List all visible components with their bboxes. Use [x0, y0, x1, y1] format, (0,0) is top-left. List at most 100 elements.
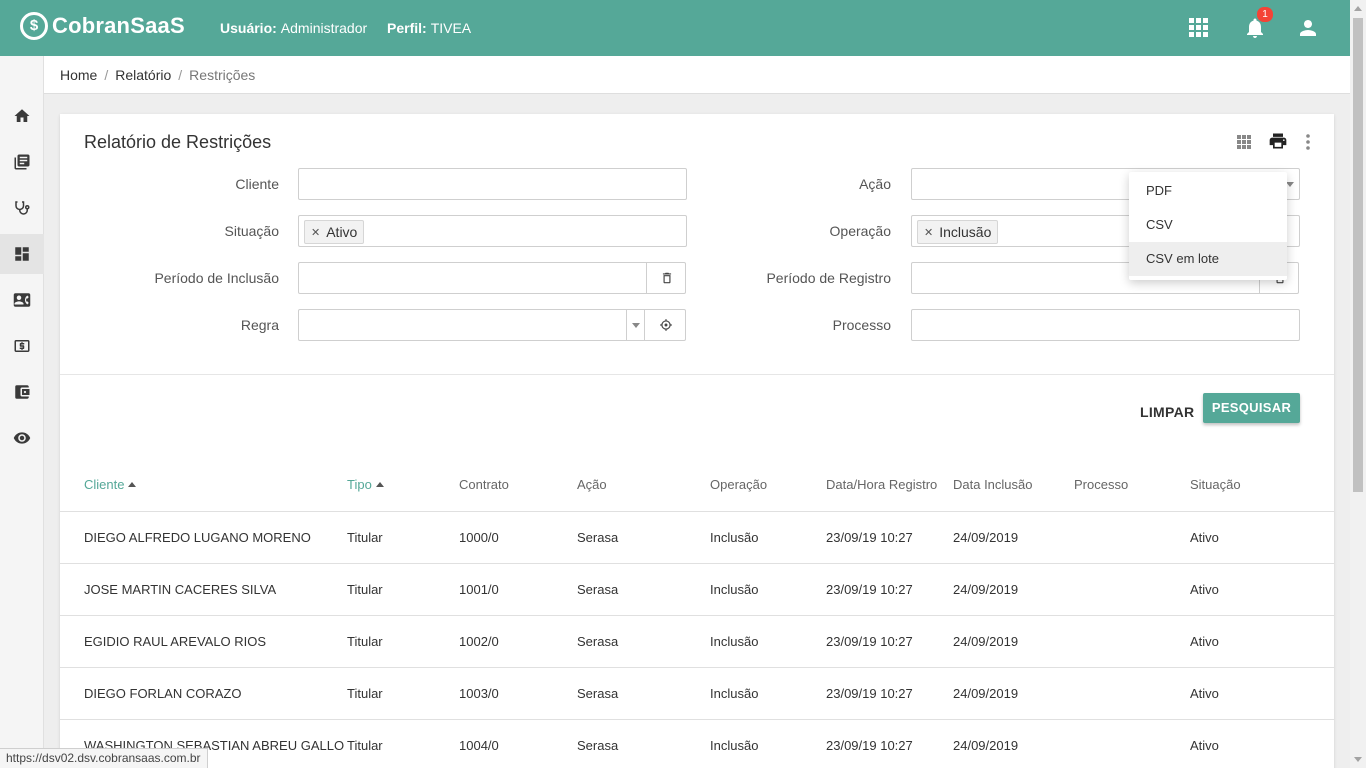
table-row[interactable]: WASHINGTON SEBASTIAN ABREU GALLO Titular…: [60, 719, 1334, 768]
processo-input[interactable]: [911, 309, 1300, 341]
clear-button[interactable]: LIMPAR: [1130, 397, 1204, 427]
menu-item-pdf[interactable]: PDF: [1129, 174, 1287, 208]
columns-grid-icon[interactable]: [1237, 135, 1251, 149]
nav-wallet[interactable]: [0, 372, 44, 412]
cell-tipo: Titular: [347, 530, 383, 545]
regra-search-button[interactable]: [644, 310, 686, 340]
operacao-chip-label: Inclusão: [939, 224, 992, 240]
contact-card-icon: [13, 293, 31, 307]
cell-tipo: Titular: [347, 686, 383, 701]
chip-remove-icon[interactable]: ✕: [311, 226, 320, 239]
table-row[interactable]: DIEGO FORLAN CORAZO Titular 1003/0 Seras…: [60, 667, 1334, 719]
chevron-down-icon: [631, 322, 640, 328]
brand-name: CobranSaaS: [52, 13, 185, 38]
nav-records[interactable]: [0, 142, 44, 182]
cell-data-hora-registro: 23/09/19 10:27: [826, 686, 913, 701]
menu-item-csv-em-lote[interactable]: CSV em lote: [1129, 242, 1287, 276]
cell-situacao: Ativo: [1190, 634, 1219, 649]
regra-select[interactable]: [298, 309, 686, 341]
cell-data-hora-registro: 23/09/19 10:27: [826, 582, 913, 597]
cell-data-hora-registro: 23/09/19 10:27: [826, 530, 913, 545]
scrollbar-thumb[interactable]: [1353, 18, 1363, 492]
periodo-inclusao-label: Período de Inclusão: [154, 270, 279, 286]
cell-cliente: DIEGO ALFREDO LUGANO MORENO: [84, 530, 311, 545]
nav-reports[interactable]: [0, 234, 44, 274]
column-header-label: Cliente: [84, 477, 125, 492]
periodo-inclusao-input[interactable]: [298, 262, 686, 294]
situacao-multiselect[interactable]: ✕ Ativo: [298, 215, 687, 247]
cell-data-inclusao: 24/09/2019: [953, 686, 1019, 701]
breadcrumb-separator: /: [178, 67, 183, 83]
column-header-acao[interactable]: Ação: [577, 477, 607, 492]
cell-tipo: Titular: [347, 582, 383, 597]
chip-remove-icon[interactable]: ✕: [924, 226, 933, 239]
nav-contacts[interactable]: [0, 280, 44, 320]
home-icon: [14, 109, 30, 122]
situacao-chip: ✕ Ativo: [304, 220, 365, 244]
cell-acao: Serasa: [577, 634, 619, 649]
breadcrumb-separator: /: [104, 67, 109, 83]
cell-acao: Serasa: [577, 686, 619, 701]
cell-contrato: 1001/0: [459, 582, 499, 597]
nav-health[interactable]: [0, 188, 44, 228]
nav-home[interactable]: [0, 96, 44, 136]
scroll-down-arrow-icon[interactable]: [1354, 757, 1362, 762]
clear-date-button[interactable]: [646, 263, 686, 293]
dashboard-icon: [15, 247, 29, 261]
account-icon[interactable]: [1296, 16, 1320, 40]
brand[interactable]: CobranSaaS: [20, 12, 185, 40]
breadcrumb-report[interactable]: Relatório: [115, 67, 171, 83]
cell-operacao: Inclusão: [710, 738, 759, 753]
page-title: Relatório de Restrições: [84, 132, 272, 152]
current-user: Usuário: Administrador: [220, 20, 367, 36]
book-icon: [14, 154, 30, 170]
apps-grid-icon[interactable]: [1189, 18, 1208, 37]
eye-icon: [13, 432, 31, 444]
profile-label: Perfil:: [387, 20, 427, 36]
table-row[interactable]: DIEGO ALFREDO LUGANO MORENO Titular 1000…: [60, 511, 1334, 563]
column-header-tipo[interactable]: Tipo: [347, 477, 384, 492]
cell-tipo: Titular: [347, 738, 383, 753]
more-vert-icon[interactable]: [1303, 133, 1313, 151]
column-header-contrato[interactable]: Contrato: [459, 477, 509, 492]
column-header-data-hora-registro[interactable]: Data/Hora Registro: [826, 477, 937, 492]
menu-item-csv[interactable]: CSV: [1129, 208, 1287, 242]
cell-cliente: EGIDIO RAUL AREVALO RIOS: [84, 634, 267, 649]
breadcrumb-home[interactable]: Home: [60, 67, 97, 83]
cell-tipo: Titular: [347, 634, 383, 649]
breadcrumb-current: Restrições: [189, 67, 256, 83]
cell-situacao: Ativo: [1190, 738, 1219, 753]
print-icon[interactable]: [1268, 131, 1288, 151]
table-row[interactable]: EGIDIO RAUL AREVALO RIOS Titular 1002/0 …: [60, 615, 1334, 667]
user-label: Usuário:: [220, 20, 277, 36]
stethoscope-icon: [15, 201, 30, 215]
column-header-situacao[interactable]: Situação: [1190, 477, 1241, 492]
scroll-up-arrow-icon[interactable]: [1354, 6, 1362, 11]
operacao-label: Operação: [829, 223, 891, 239]
cell-operacao: Inclusão: [710, 530, 759, 545]
regra-dropdown-button[interactable]: [626, 310, 644, 340]
nav-billing[interactable]: [0, 326, 44, 366]
cell-data-hora-registro: 23/09/19 10:27: [826, 738, 913, 753]
breadcrumb-bar: Home / Relatório / Restrições: [44, 56, 1350, 94]
cell-operacao: Inclusão: [710, 634, 759, 649]
cliente-input[interactable]: [298, 168, 687, 200]
profile-value: TIVEA: [430, 20, 472, 36]
cell-data-inclusao: 24/09/2019: [953, 738, 1019, 753]
column-header-processo[interactable]: Processo: [1074, 477, 1128, 492]
top-app-bar: CobranSaaS Usuário:Administrador Perfil:…: [0, 0, 1350, 56]
browser-status-url: https://dsv02.dsv.cobransaas.com.br: [0, 748, 208, 768]
page-scrollbar[interactable]: [1350, 0, 1366, 768]
column-header-operacao[interactable]: Operação: [710, 477, 767, 492]
column-header-data-inclusao[interactable]: Data Inclusão: [953, 477, 1033, 492]
column-header-cliente[interactable]: Cliente: [84, 477, 137, 492]
search-button[interactable]: PESQUISAR: [1203, 393, 1300, 423]
divider: [60, 374, 1334, 375]
notification-badge: 1: [1257, 7, 1273, 22]
periodo-registro-label: Período de Registro: [766, 270, 891, 286]
table-row[interactable]: JOSE MARTIN CACERES SILVA Titular 1001/0…: [60, 563, 1334, 615]
wallet-icon: [15, 385, 30, 399]
nav-monitor[interactable]: [0, 418, 44, 458]
cell-operacao: Inclusão: [710, 582, 759, 597]
cell-data-hora-registro: 23/09/19 10:27: [826, 634, 913, 649]
